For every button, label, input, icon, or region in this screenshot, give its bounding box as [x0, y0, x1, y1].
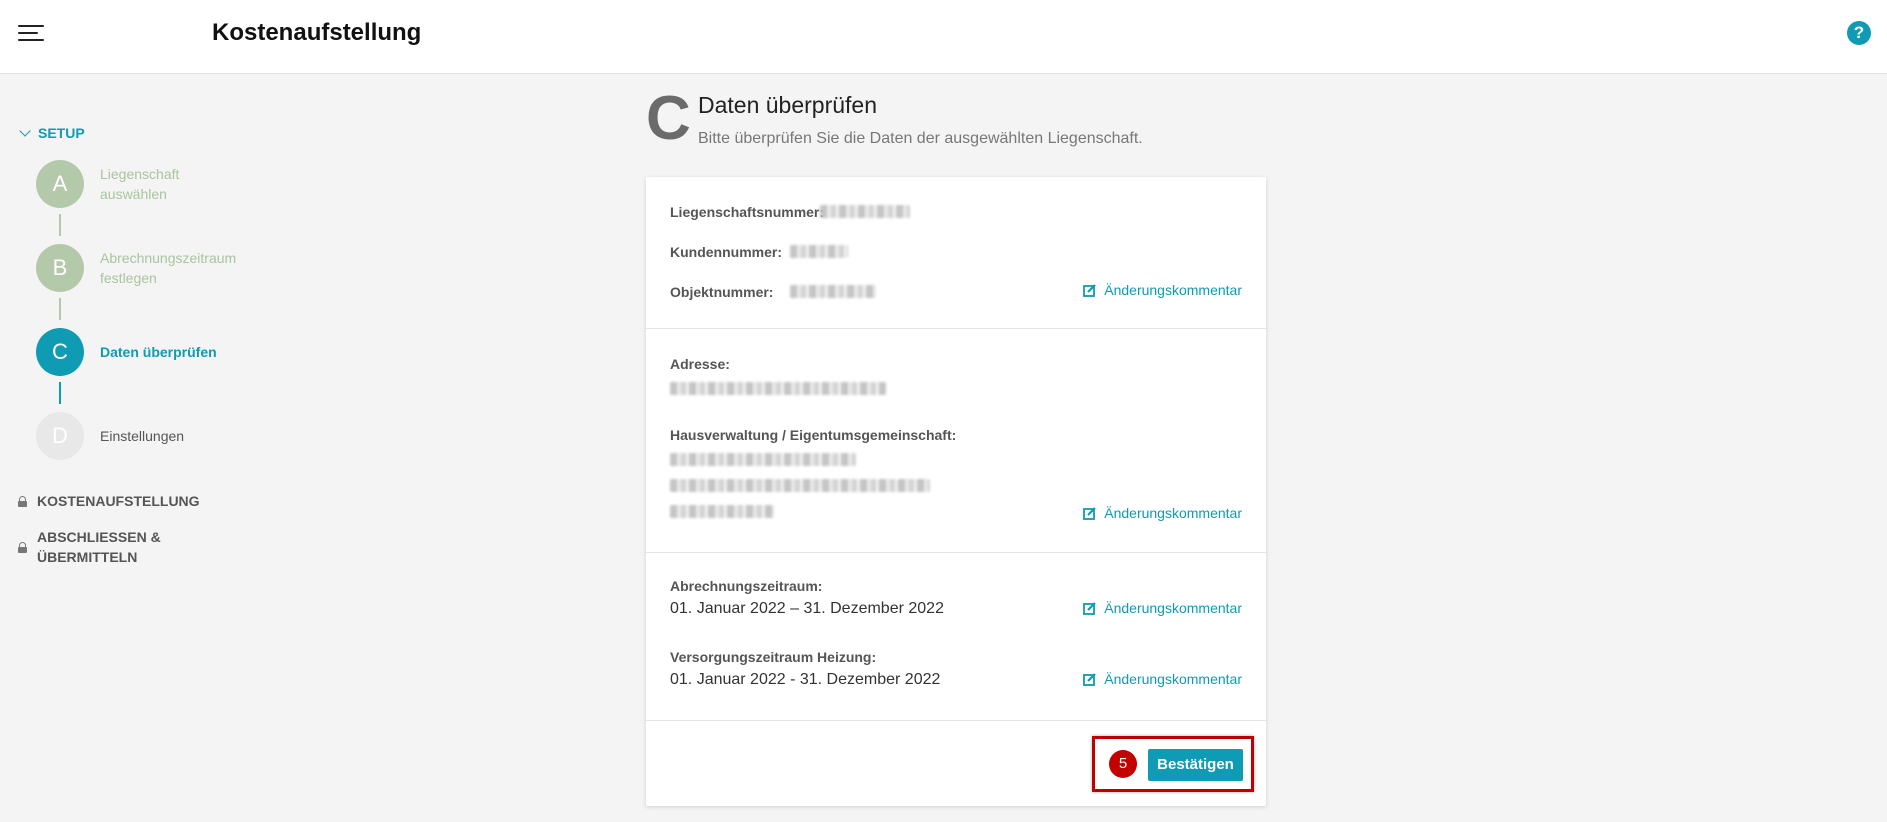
- sidebar-locked-label: ABSCHLIESSEN & ÜBERMITTELN: [37, 527, 161, 567]
- step-connector: [59, 382, 61, 404]
- step-circle: A: [36, 160, 84, 208]
- sidebar-section-kostenaufstellung[interactable]: KOSTENAUFSTELLUNG: [18, 491, 200, 511]
- step-label: Liegenschaft auswählen: [100, 164, 179, 204]
- top-bar: Kostenaufstellung ?: [0, 0, 1887, 74]
- page-title: Daten überprüfen: [698, 92, 878, 118]
- redacted-management-line: [670, 479, 930, 492]
- sidebar-section-setup[interactable]: SETUP: [18, 125, 85, 141]
- step-label-line: Liegenschaft: [100, 166, 180, 182]
- step-circle: C: [36, 328, 84, 376]
- annotation-badge: 5: [1109, 750, 1137, 778]
- lock-icon: [18, 541, 27, 553]
- step-label: Einstellungen: [100, 426, 184, 446]
- change-comment-link[interactable]: Änderungskommentar: [1083, 600, 1242, 616]
- edit-icon: [1083, 602, 1097, 615]
- object-number-label: Objektnummer:: [670, 284, 774, 300]
- card-footer: 5 Bestätigen: [646, 721, 1266, 806]
- periods-section: Abrechnungszeitraum: 01. Januar 2022 – 3…: [646, 553, 1266, 721]
- step-label-line: Daten überprüfen: [100, 344, 217, 360]
- hamburger-menu-icon[interactable]: [18, 22, 46, 44]
- change-comment-link[interactable]: Änderungskommentar: [1083, 282, 1242, 298]
- address-label: Adresse:: [670, 356, 730, 372]
- redacted-address: [670, 382, 886, 395]
- management-label: Hausverwaltung / Eigentumsgemeinschaft:: [670, 427, 957, 443]
- change-comment-label: Änderungskommentar: [1104, 505, 1242, 521]
- redacted-management-line: [670, 453, 856, 466]
- heating-period-label: Versorgungszeitraum Heizung:: [670, 649, 877, 665]
- step-label: Abrechnungszeitraum festlegen: [100, 248, 236, 288]
- change-comment-link[interactable]: Änderungskommentar: [1083, 505, 1242, 521]
- edit-icon: [1083, 673, 1097, 686]
- change-comment-link[interactable]: Änderungskommentar: [1083, 671, 1242, 687]
- step-letter: C: [646, 84, 691, 153]
- sidebar-locked-label-line: ABSCHLIESSEN &: [37, 529, 161, 545]
- ids-section: Liegenschaftsnummer: Kundennummer: Objek…: [646, 177, 1266, 329]
- billing-period-label: Abrechnungszeitraum:: [670, 578, 823, 594]
- redacted-customer-number: [790, 245, 848, 258]
- step-label-line: Einstellungen: [100, 428, 185, 444]
- redacted-management-line: [670, 505, 774, 518]
- redacted-object-number: [790, 285, 876, 298]
- step-c[interactable]: C Daten überprüfen: [36, 328, 217, 376]
- step-label-line: Abrechnungszeitraum: [100, 250, 237, 266]
- address-section: Adresse: Hausverwaltung / Eigentumsgemei…: [646, 329, 1266, 553]
- sidebar-section-title: SETUP: [38, 125, 85, 141]
- change-comment-label: Änderungskommentar: [1104, 600, 1242, 616]
- redacted-property-number: [820, 205, 910, 218]
- step-circle: B: [36, 244, 84, 292]
- sidebar-locked-label: KOSTENAUFSTELLUNG: [37, 493, 200, 509]
- step-connector: [59, 298, 61, 320]
- step-a[interactable]: A Liegenschaft auswählen: [36, 160, 179, 208]
- annotation-highlight: 5 Bestätigen: [1092, 736, 1254, 792]
- confirm-button[interactable]: Bestätigen: [1148, 749, 1243, 781]
- property-number-label: Liegenschaftsnummer:: [670, 204, 825, 220]
- customer-number-label: Kundennummer:: [670, 244, 782, 260]
- step-d[interactable]: D Einstellungen: [36, 412, 184, 460]
- edit-icon: [1083, 507, 1097, 520]
- step-b[interactable]: B Abrechnungszeitraum festlegen: [36, 244, 236, 292]
- lock-icon: [18, 495, 27, 507]
- change-comment-label: Änderungskommentar: [1104, 671, 1242, 687]
- review-card: Liegenschaftsnummer: Kundennummer: Objek…: [646, 177, 1266, 806]
- help-icon[interactable]: ?: [1847, 21, 1871, 45]
- step-label-line: auswählen: [100, 186, 167, 202]
- sidebar-section-abschliessen[interactable]: ABSCHLIESSEN & ÜBERMITTELN: [18, 527, 161, 567]
- page-subtitle: Bitte überprüfen Sie die Daten der ausge…: [698, 130, 1143, 147]
- heating-period-value: 01. Januar 2022 - 31. Dezember 2022: [670, 671, 941, 688]
- step-circle: D: [36, 412, 84, 460]
- step-label-line: festlegen: [100, 270, 157, 286]
- sidebar-locked-label-line: ÜBERMITTELN: [37, 549, 138, 565]
- step-connector: [59, 214, 61, 236]
- step-label: Daten überprüfen: [100, 342, 217, 362]
- edit-icon: [1083, 284, 1097, 297]
- billing-period-value: 01. Januar 2022 – 31. Dezember 2022: [670, 600, 944, 617]
- change-comment-label: Änderungskommentar: [1104, 282, 1242, 298]
- chevron-down-icon: [19, 125, 31, 137]
- app-title: Kostenaufstellung: [212, 19, 422, 46]
